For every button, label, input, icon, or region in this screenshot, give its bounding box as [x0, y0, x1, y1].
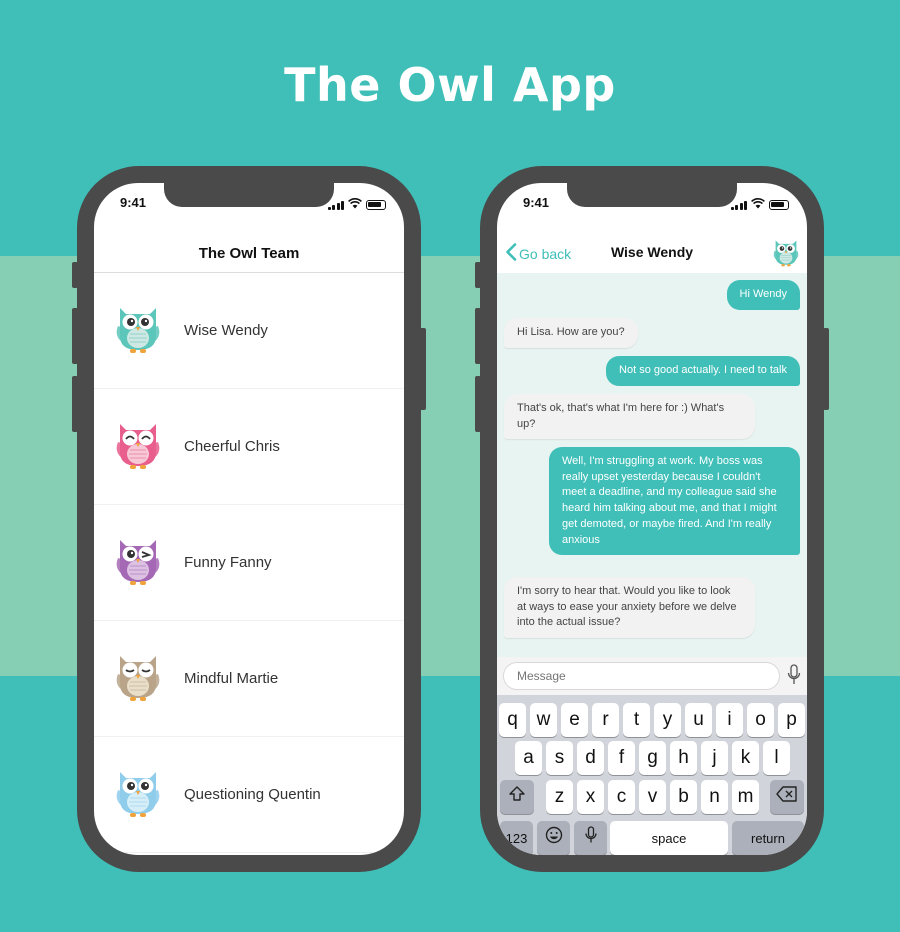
battery-icon: [769, 200, 789, 210]
numbers-key[interactable]: 123: [500, 821, 533, 855]
list-item[interactable]: Cheerful Chris: [94, 389, 404, 505]
shift-icon: [508, 785, 526, 809]
signal-icon: [730, 200, 747, 210]
page-title: The Owl App: [284, 58, 616, 112]
key-m[interactable]: m: [732, 780, 759, 814]
battery-icon: [366, 200, 386, 210]
owl-name: Cheerful Chris: [184, 438, 280, 455]
list-item[interactable]: Wise Wendy: [94, 273, 404, 389]
avatar[interactable]: [771, 237, 801, 272]
key-e[interactable]: e: [561, 703, 588, 737]
message-input[interactable]: [503, 662, 780, 690]
key-v[interactable]: v: [639, 780, 666, 814]
key-i[interactable]: i: [716, 703, 743, 737]
emoji-icon: [545, 826, 563, 850]
key-h[interactable]: h: [670, 741, 697, 775]
chat-header: Go back Wise Wendy: [497, 235, 807, 273]
wifi-icon: [751, 196, 765, 214]
key-r[interactable]: r: [592, 703, 619, 737]
left-screen: 9:41 The Owl Team Wise Wendy Cheerful Ch…: [94, 183, 404, 855]
owl-name: Wise Wendy: [184, 322, 268, 339]
key-c[interactable]: c: [608, 780, 635, 814]
message-input-bar: [497, 657, 807, 695]
key-z[interactable]: z: [546, 780, 573, 814]
owl-list: Wise Wendy Cheerful Chris Funny Fanny Mi…: [94, 273, 404, 853]
right-screen: 9:41 Go back Wise Wendy Hi Wendy Hi Lisa…: [497, 183, 807, 855]
signal-icon: [327, 200, 344, 210]
return-key[interactable]: return: [732, 821, 804, 855]
space-key[interactable]: space: [610, 821, 728, 855]
owl-avatar: [112, 766, 164, 823]
owl-avatar: [112, 302, 164, 359]
owl-avatar: [112, 418, 164, 475]
owl-avatar: [112, 534, 164, 591]
key-k[interactable]: k: [732, 741, 759, 775]
key-l[interactable]: l: [763, 741, 790, 775]
backspace-icon: [776, 786, 798, 808]
status-icons: [730, 196, 789, 214]
delete-key[interactable]: [770, 780, 804, 814]
key-u[interactable]: u: [685, 703, 712, 737]
key-b[interactable]: b: [670, 780, 697, 814]
shift-key[interactable]: [500, 780, 534, 814]
owl-avatar: [112, 650, 164, 707]
key-x[interactable]: x: [577, 780, 604, 814]
message-bubble: Hi Wendy: [726, 280, 800, 310]
message-bubble: Not so good actually. I need to talk: [606, 356, 800, 386]
key-n[interactable]: n: [701, 780, 728, 814]
key-d[interactable]: d: [577, 741, 604, 775]
microphone-icon: [584, 826, 597, 850]
key-y[interactable]: y: [654, 703, 681, 737]
notch: [164, 183, 334, 207]
key-o[interactable]: o: [747, 703, 774, 737]
list-item[interactable]: Funny Fanny: [94, 505, 404, 621]
owl-name: Funny Fanny: [184, 554, 272, 571]
key-t[interactable]: t: [623, 703, 650, 737]
dictation-key[interactable]: [574, 821, 607, 855]
owl-name: Questioning Quentin: [184, 786, 321, 803]
keyboard: 123 space return qwertyuiop asdfghjkl zxcv…: [497, 695, 807, 855]
list-item[interactable]: Questioning Quentin: [94, 737, 404, 853]
key-g[interactable]: g: [639, 741, 666, 775]
owl-name: Mindful Martie: [184, 670, 279, 687]
key-j[interactable]: j: [701, 741, 728, 775]
wifi-icon: [348, 196, 362, 214]
left-phone: 9:41 The Owl Team Wise Wendy Cheerful Ch…: [72, 166, 426, 872]
key-s[interactable]: s: [546, 741, 573, 775]
key-p[interactable]: p: [778, 703, 805, 737]
nav-title: The Owl Team: [198, 245, 300, 262]
status-time: 9:41: [523, 195, 550, 210]
microphone-icon[interactable]: [787, 664, 801, 691]
list-item[interactable]: Mindful Martie: [94, 621, 404, 737]
emoji-key[interactable]: [537, 821, 570, 855]
key-w[interactable]: w: [530, 703, 557, 737]
right-phone: 9:41 Go back Wise Wendy Hi Wendy Hi Lisa…: [475, 166, 829, 872]
key-a[interactable]: a: [515, 741, 542, 775]
key-f[interactable]: f: [608, 741, 635, 775]
message-bubble: Hi Lisa. How are you?: [504, 318, 638, 348]
status-time: 9:41: [120, 195, 147, 210]
message-bubble: That's ok, that's what I'm here for :) W…: [504, 394, 755, 440]
message-bubble: Well, I'm struggling at work. My boss wa…: [549, 447, 800, 556]
notch: [567, 183, 737, 207]
message-bubble: I'm sorry to hear that. Would you like t…: [504, 577, 755, 639]
chat-area: Hi Wendy Hi Lisa. How are you? Not so go…: [497, 273, 807, 657]
chat-title: Wise Wendy: [610, 244, 694, 260]
status-icons: [327, 196, 386, 214]
key-q[interactable]: q: [499, 703, 526, 737]
